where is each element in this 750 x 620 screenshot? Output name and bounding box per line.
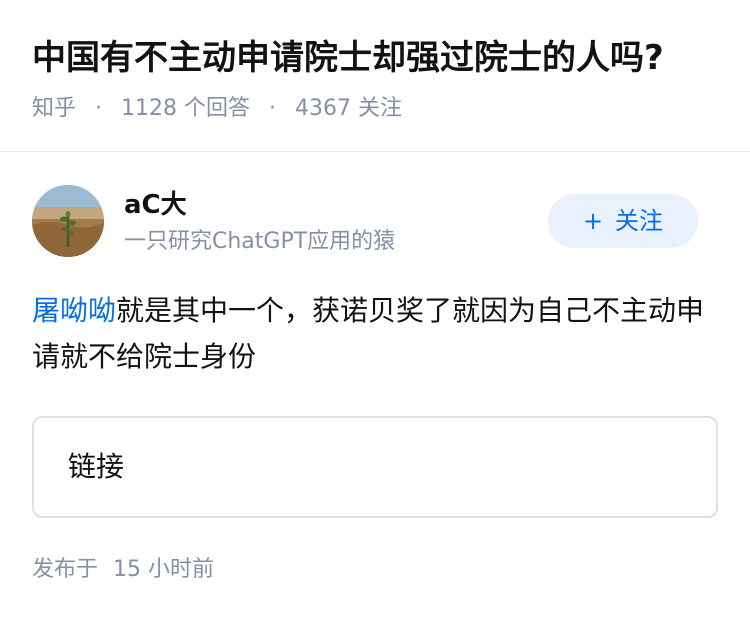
publish-time-prefix: 发布于 bbox=[32, 557, 99, 582]
separator-dot: · bbox=[269, 96, 277, 121]
link-card-label: 链接 bbox=[68, 450, 125, 483]
answer-content: 屠呦呦就是其中一个，获诺贝奖了就因为自己不主动申请就不给院士身份 bbox=[32, 288, 712, 380]
question-meta: 知乎 · 1128 个回答 · 4367 关注 bbox=[32, 93, 402, 125]
answer-count-label: 个回答 bbox=[184, 96, 251, 121]
follow-button[interactable]: + 关注 bbox=[548, 194, 698, 248]
avatar[interactable] bbox=[32, 185, 104, 257]
separator-dot: · bbox=[95, 96, 103, 121]
follower-count: 4367 bbox=[295, 96, 352, 121]
publish-time-value: 15 小时前 bbox=[113, 557, 215, 582]
source-label[interactable]: 知乎 bbox=[32, 96, 76, 121]
follow-button-label: 关注 bbox=[615, 207, 664, 235]
author-bio: 一只研究ChatGPT应用的猿 bbox=[124, 229, 396, 254]
link-card[interactable]: 链接 bbox=[32, 416, 718, 518]
question-header: 中国有不主动申请院士却强过院士的人吗? 知乎 · 1128 个回答 · 4367… bbox=[0, 0, 750, 152]
question-title[interactable]: 中国有不主动申请院士却强过院士的人吗? bbox=[32, 36, 664, 80]
publish-time: 发布于 15 小时前 bbox=[32, 554, 214, 586]
author-name[interactable]: aC大 bbox=[124, 188, 187, 222]
answer-text: 就是其中一个，获诺贝奖了就因为自己不主动申请就不给院士身份 bbox=[32, 294, 705, 373]
avatar-image bbox=[32, 185, 104, 257]
mention-link[interactable]: 屠呦呦 bbox=[32, 294, 116, 327]
plus-icon: + bbox=[582, 207, 604, 235]
answer-count: 1128 bbox=[121, 96, 178, 121]
follower-count-label: 关注 bbox=[358, 96, 403, 121]
